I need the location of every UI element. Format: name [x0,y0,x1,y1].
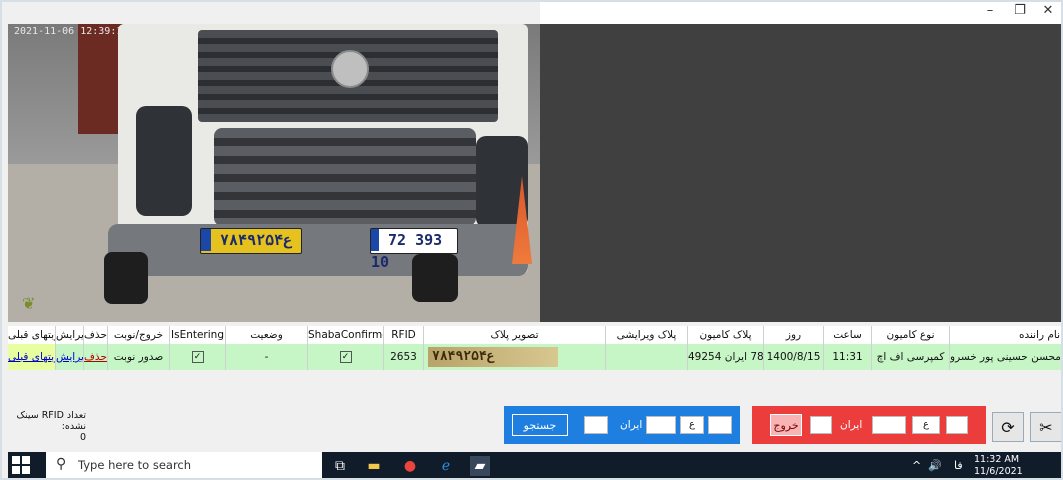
bottom-panel: تعداد RFID سینک نشده: 0 جستجو ایران ع خر… [8,372,1063,444]
license-plate-secondary: 72 393 10 [370,228,458,271]
close-button[interactable]: ✕ [1036,2,1060,20]
search-digits-input[interactable] [708,416,732,434]
truck-wheel-left [104,252,148,304]
camera-feed: 2021-11-06 12:39:19 ۷۸ع۴۹۲۵۴ 72 393 10 ❦ [8,24,540,322]
unsynced-rfid-count: 0 [79,432,86,443]
truck-wheel-right [412,254,458,302]
title-bar: – ❐ ✕ [540,0,1063,24]
taskbar-search-placeholder: Type here to search [78,458,192,472]
plate-image-cell: ۷۸ع۴۹۲۵۴ [424,344,606,370]
taskbar: ⚲ Type here to search ⧉ ▬ ● ℯ ▰ ^ 🔊 فا 1… [8,452,1063,480]
driver-name-cell: محسن حسینی پور خسرو [950,344,1063,370]
search-letter-input[interactable]: ع [680,416,704,434]
license-plate-front-text: ۷۸ع۴۹۲۵۴ [220,231,293,249]
header-delete[interactable]: حذف [84,326,108,344]
leaf-icon: ❦ [22,294,36,313]
taskbar-clock[interactable]: 11:32 AM 11/6/2021 [974,454,1023,478]
file-explorer-icon[interactable]: ▬ [364,456,384,476]
exit-region-input[interactable] [810,416,832,434]
search-region-input[interactable] [584,416,608,434]
clock-time: 11:32 AM [974,454,1020,465]
table-header: نوبتهای قبلی ویرایش حذف خروج/نوبت IsEnte… [8,326,1063,345]
plate-image: ۷۸ع۴۹۲۵۴ [428,347,558,367]
header-edited-plate[interactable]: پلاک ویرایشی [606,326,688,344]
search-panel: جستجو ایران ع [504,406,740,444]
edit-text[interactable]: ویرایش [56,351,83,363]
tools-icon[interactable]: ✂ [1030,412,1062,442]
header-is-entering[interactable]: IsEntering [170,326,226,344]
camera-timestamp: 2021-11-06 12:39:19 [14,26,129,37]
truck-lower-grille [214,128,476,226]
truck-type-cell: کمپرسی اف اچ [872,344,950,370]
previous-turns-text[interactable]: نوبتهای قبلی [8,351,55,363]
volume-icon[interactable]: 🔊 [928,452,942,480]
edited-plate-cell[interactable] [606,344,688,370]
shaba-confirmed-checkbox[interactable]: ✓ [339,351,352,363]
taskbar-search[interactable]: ⚲ Type here to search [46,452,322,480]
refresh-icon[interactable]: ⟳ [992,412,1024,442]
rfid-cell: 2653 [384,344,424,370]
status-cell: - [226,344,308,370]
header-truck-type[interactable]: نوع کامیون [872,326,950,344]
clock-date: 11/6/2021 [974,466,1023,477]
header-status[interactable]: وضعیت [226,326,308,344]
plate-preview-panel [540,24,1063,322]
search-number-input[interactable] [646,416,676,434]
header-previous-turns[interactable]: نوبتهای قبلی [8,326,56,344]
truck-logo [331,50,369,88]
truck-plate-cell: 492ع78 ایران 54 [688,344,764,370]
header-driver-name[interactable]: نام راننده [950,326,1063,344]
unsynced-rfid-status: تعداد RFID سینک نشده: 0 [10,410,86,443]
header-date[interactable]: روز [764,326,824,344]
truck-bumper [108,224,528,276]
chrome-icon[interactable]: ● [400,456,420,476]
delete-text[interactable]: حذف [84,351,107,363]
unsynced-rfid-label: تعداد RFID سینک نشده: [16,410,86,432]
search-iran-label: ایران [620,419,643,431]
header-plate-image[interactable]: تصویر پلاک [424,326,606,344]
exit-turn-cell[interactable]: صدور نوبت [108,344,170,370]
app-running-icon[interactable]: ▰ [470,456,490,476]
plate-flag-strip [201,229,211,251]
license-plate-front: ۷۸ع۴۹۲۵۴ [200,228,302,254]
delete-link[interactable]: حذف [84,344,108,370]
header-exit-turn[interactable]: خروج/نوبت [108,326,170,344]
header-time[interactable]: ساعت [824,326,872,344]
exit-letter-input[interactable]: ع [912,416,940,434]
header-truck-plate[interactable]: پلاک کامیون [688,326,764,344]
task-view-icon[interactable]: ⧉ [330,456,350,476]
restore-button[interactable]: ❐ [1008,2,1032,20]
table-row[interactable]: نوبتهای قبلی ویرایش حذف صدور نوبت ✓ - ✓ … [8,344,1063,370]
is-entering-cell: ✓ [170,344,226,370]
truck-headlamp-left [136,106,192,216]
minimize-button[interactable]: – [978,2,1002,20]
header-edit[interactable]: ویرایش [56,326,84,344]
edge-icon[interactable]: ℯ [436,456,456,476]
exit-iran-label: ایران [840,419,863,431]
edit-link[interactable]: ویرایش [56,344,84,370]
exit-digits-input[interactable] [946,416,968,434]
date-cell: 1400/8/15 [764,344,824,370]
is-entering-checkbox[interactable]: ✓ [191,351,204,363]
header-rfid[interactable]: RFID [384,326,424,344]
plate-flag-strip [371,229,379,251]
windows-start-icon[interactable] [12,456,32,476]
header-shaba-confirmed[interactable]: ShabaConfirmed [308,326,384,344]
exit-number-input[interactable] [872,416,906,434]
exit-button[interactable]: خروج [770,414,802,436]
previous-turns-link[interactable]: نوبتهای قبلی [8,344,56,370]
tray-chevron-icon[interactable]: ^ [912,452,921,480]
exit-panel: خروج ایران ع [752,406,986,444]
time-cell: 11:31 [824,344,872,370]
shaba-confirmed-cell: ✓ [308,344,384,370]
search-icon: ⚲ [56,456,67,472]
search-button[interactable]: جستجو [512,414,568,436]
input-language[interactable]: فا [954,452,963,480]
